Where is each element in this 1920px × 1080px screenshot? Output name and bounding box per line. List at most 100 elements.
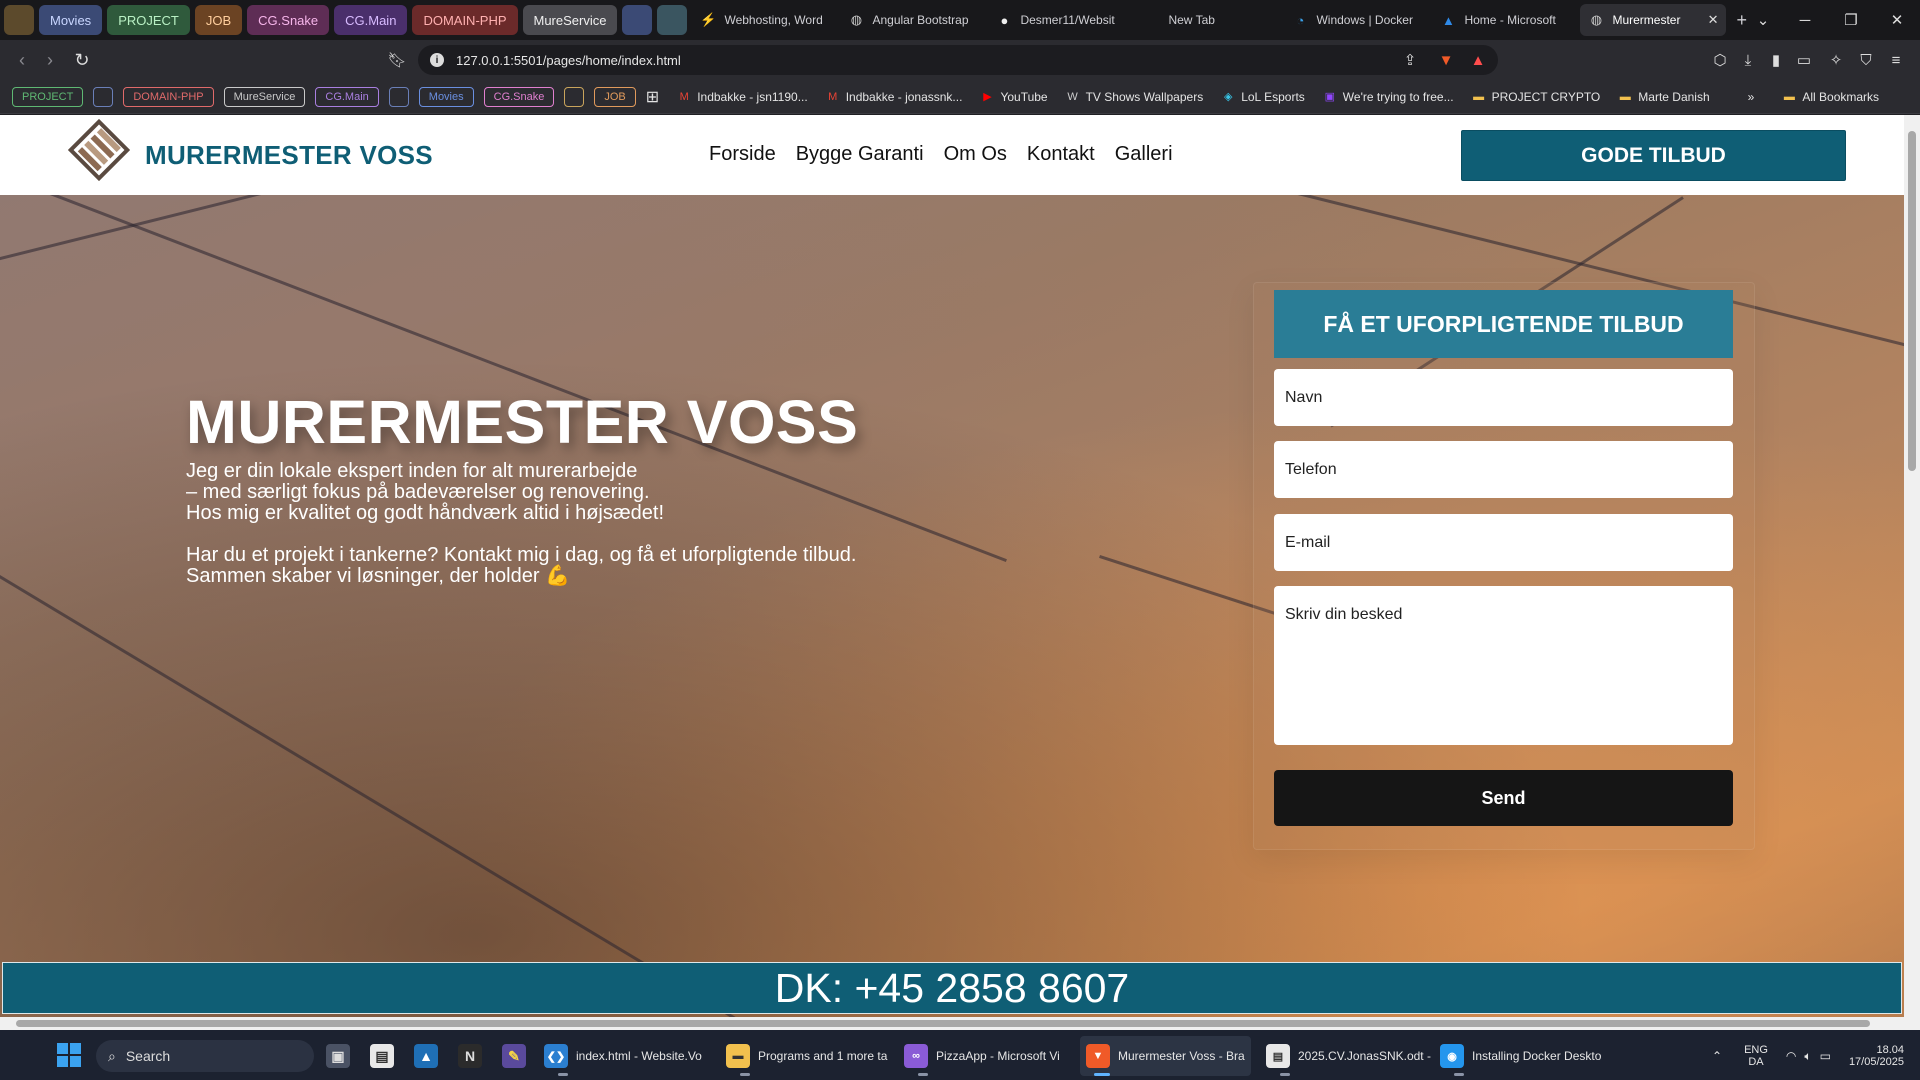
bookmark-group-chip[interactable]: DOMAIN-PHP [123, 86, 214, 107]
language-indicator[interactable]: ENG DA [1744, 1044, 1768, 1068]
bookmark-group-chip[interactable]: PROJECT [12, 86, 84, 107]
color-picker-icon[interactable]: ✎ [502, 1036, 534, 1076]
docker-icon: ◉ [1440, 1044, 1464, 1068]
clock[interactable]: 18.04 17/05/2025 [1849, 1044, 1904, 1068]
folder-icon: ▬ [1783, 90, 1795, 103]
browser-tab[interactable]: New Tab [1136, 4, 1282, 36]
bookmark-item[interactable]: M Indbakke - jonassnk... [826, 90, 962, 104]
email-field[interactable]: E-mail [1274, 514, 1733, 571]
bookmark-item[interactable]: ▬ Marte Danish [1618, 89, 1710, 104]
taskbar-app[interactable]: ❮❯ index.html - Website.Vo [544, 1036, 702, 1076]
tab-group-chip[interactable]: PROJECT [107, 5, 190, 35]
apps-grid-icon[interactable]: ⊞ [646, 87, 659, 107]
bookmark-group-chip[interactable]: MureService [223, 86, 306, 107]
windows-start-icon[interactable] [57, 1043, 81, 1067]
close-window-button[interactable]: ✕ [1874, 0, 1920, 40]
bookmark-label: Marte Danish [1638, 89, 1710, 104]
phone-field[interactable]: Telefon [1274, 441, 1733, 498]
share-icon[interactable]: ⇪ [1400, 50, 1420, 70]
bookmark-item[interactable]: ▣ We're trying to free... [1323, 90, 1454, 104]
tab-group-chip[interactable]: MureService [522, 5, 618, 35]
all-bookmarks-button[interactable]: ▬ All Bookmarks [1782, 90, 1879, 104]
wallet-icon[interactable]: ▭ [1794, 50, 1814, 70]
browser-tab[interactable]: ◔ Windows | Docker [1284, 4, 1430, 36]
notion-icon[interactable]: N [458, 1036, 490, 1076]
tab-group-chip[interactable] [657, 5, 688, 35]
bookmark-item[interactable]: ▶ YouTube [980, 90, 1047, 104]
wifi-icon[interactable]: ◠ [1786, 1049, 1796, 1063]
tab-group-chip[interactable]: JOB [194, 5, 243, 35]
taskbar-app[interactable]: ◉ Installing Docker Deskto [1440, 1036, 1601, 1076]
notepad-icon[interactable]: ▤ [370, 1036, 402, 1076]
battery-icon[interactable]: ▭ [1820, 1049, 1831, 1063]
message-field[interactable]: Skriv din besked [1274, 586, 1733, 745]
sidebar-icon[interactable]: ▮ [1766, 50, 1786, 70]
tab-group-chip[interactable]: CG.Main [334, 5, 408, 35]
tab-group-chip[interactable] [4, 5, 34, 35]
bookmark-group-chip[interactable] [93, 86, 114, 107]
menu-icon[interactable]: ≡ [1886, 50, 1906, 70]
vertical-scrollbar[interactable] [1904, 115, 1920, 1017]
nav-item-om-os[interactable]: Om Os [944, 143, 1007, 166]
address-bar[interactable]: i 127.0.0.1:5501/pages/home/index.html [418, 45, 1498, 75]
youtube-icon: ▶ [983, 91, 992, 103]
taskbar-app[interactable]: ▬ Programs and 1 more ta [726, 1036, 887, 1076]
nav-item-galleri[interactable]: Galleri [1115, 143, 1173, 166]
taskbar-app[interactable]: ▤ 2025.CV.JonasSNK.odt - [1266, 1036, 1431, 1076]
bookmark-item[interactable]: ◈ LoL Esports [1221, 90, 1305, 104]
name-field[interactable]: Navn [1274, 369, 1733, 426]
bookmark-group-chip[interactable]: JOB [594, 86, 636, 107]
task-view-icon[interactable]: ▣ [326, 1036, 358, 1076]
leo-ai-icon[interactable]: ✧ [1826, 50, 1846, 70]
back-icon[interactable]: ‹ [10, 48, 34, 72]
horizontal-scroll-thumb[interactable] [16, 1020, 1870, 1027]
tab-group-chip[interactable]: CG.Snake [247, 5, 330, 35]
minimize-button[interactable]: ─ [1782, 0, 1828, 40]
tab-group-chip[interactable]: DOMAIN-PHP [412, 5, 518, 35]
extensions-icon[interactable]: ⬡ [1710, 50, 1730, 70]
tab-group-chip[interactable] [622, 5, 653, 35]
close-tab-icon[interactable]: ✕ [1708, 12, 1719, 28]
vpn-icon[interactable]: ⛉ [1856, 50, 1876, 70]
bookmark-item[interactable]: M Indbakke - jsn1190... [677, 90, 808, 104]
bookmark-group-chip[interactable]: CG.Main [315, 86, 379, 107]
forward-icon[interactable]: › [38, 48, 62, 72]
browser-tab[interactable]: ● Desmer11/Websit [988, 4, 1134, 36]
nav-item-bygge-garanti[interactable]: Bygge Garanti [796, 143, 924, 166]
offers-button[interactable]: GODE TILBUD [1461, 130, 1846, 181]
tray-overflow-icon[interactable]: ⌃ [1712, 1049, 1722, 1063]
bookmark-group-chip[interactable]: CG.Snake [483, 86, 555, 107]
site-info-icon[interactable]: i [430, 53, 444, 67]
nav-item-kontakt[interactable]: Kontakt [1027, 143, 1095, 166]
tab-list-button[interactable]: ⌄ [1740, 0, 1786, 40]
bookmark-group-chip[interactable]: Movies [418, 86, 474, 107]
browser-tab[interactable]: ◍ Angular Bootstrap [840, 4, 986, 36]
taskbar-app[interactable]: ∞ PizzaApp - Microsoft Vi [904, 1036, 1060, 1076]
taskbar-search[interactable]: ⌕ Search [96, 1040, 314, 1072]
vertical-scroll-thumb[interactable] [1908, 131, 1916, 471]
logo-icon[interactable] [68, 119, 130, 181]
volume-icon[interactable]: 🔈︎ [1804, 1049, 1811, 1064]
brave-shields-icon[interactable]: ▼ [1436, 50, 1456, 70]
browser-tab[interactable]: ◍ Murermester ✕ [1580, 4, 1727, 36]
bookmark-item[interactable]: ▬ PROJECT CRYPTO [1472, 90, 1600, 104]
browser-tab[interactable]: ⚡ Webhosting, Word [692, 4, 838, 36]
reload-icon[interactable]: ↻ [70, 48, 94, 72]
logo-text[interactable]: MURERMESTER VOSS [145, 140, 433, 171]
quote-form-title: FÅ ET UFORPLIGTENDE TILBUD [1274, 290, 1733, 358]
maximize-button[interactable]: ❐ [1828, 0, 1874, 40]
downloads-icon[interactable]: ⤓ [1738, 50, 1758, 70]
horizontal-scrollbar[interactable] [0, 1017, 1920, 1030]
photos-icon[interactable]: ▲ [414, 1036, 446, 1076]
more-bookmarks-icon[interactable]: » [1748, 90, 1755, 104]
browser-tab[interactable]: ▲ Home - Microsoft [1432, 4, 1578, 36]
bookmark-group-chip[interactable] [388, 86, 409, 107]
send-button[interactable]: Send [1274, 770, 1733, 826]
taskbar-app[interactable]: ▼ Murermester Voss - Bra [1080, 1036, 1251, 1076]
brave-rewards-icon[interactable]: ▲ [1468, 50, 1488, 70]
bookmark-item[interactable]: W TV Shows Wallpapers [1066, 90, 1203, 104]
tab-group-chip[interactable]: Movies [39, 5, 103, 35]
bookmark-page-icon[interactable]: 🔖︎ [387, 50, 407, 70]
bookmark-group-chip[interactable] [564, 86, 585, 107]
nav-item-forside[interactable]: Forside [709, 143, 776, 166]
